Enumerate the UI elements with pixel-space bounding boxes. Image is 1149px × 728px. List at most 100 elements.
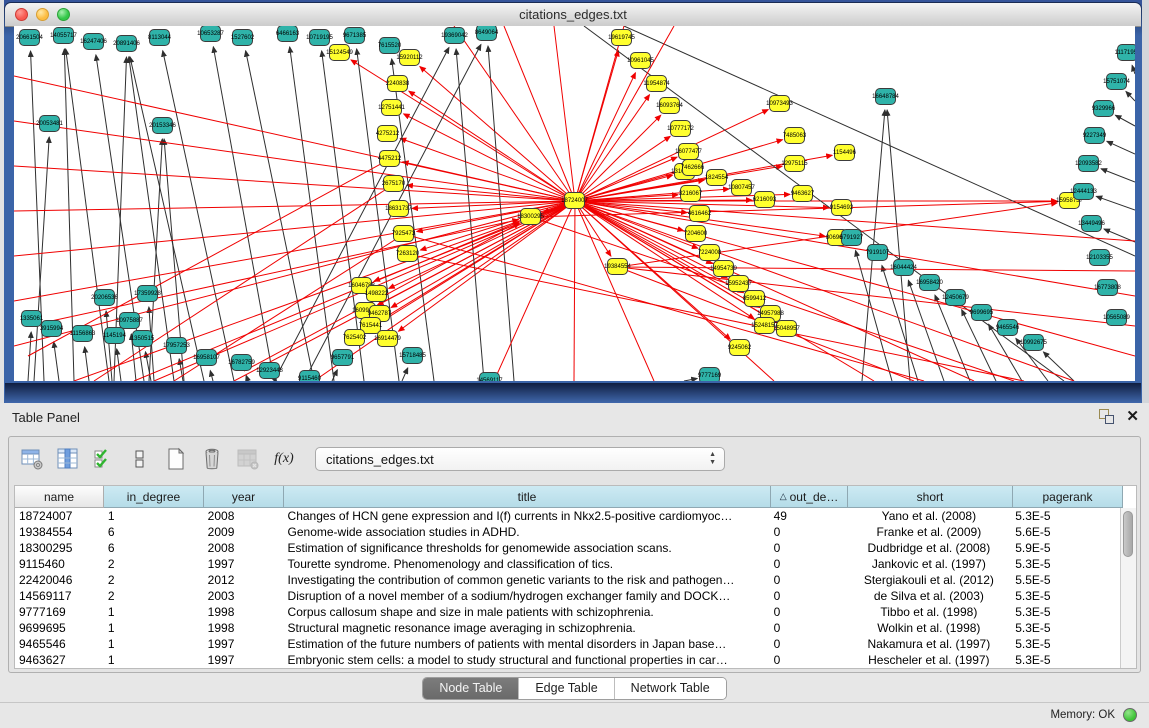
network-edge[interactable] xyxy=(134,222,519,381)
table-scrollbar-thumb[interactable] xyxy=(1123,511,1133,557)
network-node[interactable]: 20153346 xyxy=(152,117,173,134)
network-node[interactable]: 1350515 xyxy=(132,330,153,347)
network-node[interactable]: 12923448 xyxy=(259,362,280,379)
network-node[interactable]: 15920112 xyxy=(399,49,420,66)
network-node[interactable]: 6216093 xyxy=(754,191,775,208)
network-node[interactable]: 12093582 xyxy=(1078,155,1099,172)
network-node[interactable]: 16093764 xyxy=(659,97,680,114)
network-node[interactable]: 7462666 xyxy=(682,159,703,176)
network-edge[interactable] xyxy=(1101,169,1135,182)
table-row[interactable]: 977716911998Corpus callosum shape and si… xyxy=(15,604,1121,620)
network-edge[interactable] xyxy=(1107,141,1135,154)
network-node[interactable]: 17359928 xyxy=(137,285,158,302)
network-node[interactable]: 9465546 xyxy=(997,319,1018,336)
tab-edge-table[interactable]: Edge Table xyxy=(519,678,614,699)
network-node[interactable]: 14055717 xyxy=(53,27,74,44)
network-node[interactable]: 11171957 xyxy=(1117,44,1135,61)
memory-status-indicator[interactable] xyxy=(1123,708,1137,722)
network-node[interactable]: 9463627 xyxy=(792,185,813,202)
network-node[interactable]: 20891406 xyxy=(116,35,137,52)
network-node[interactable]: 16077477 xyxy=(678,143,699,160)
network-node[interactable]: 18724007 xyxy=(564,192,585,209)
network-node[interactable]: 9227349 xyxy=(1084,127,1105,144)
network-edge[interactable] xyxy=(14,201,575,346)
network-edge[interactable] xyxy=(887,110,910,381)
delete-table-button[interactable] xyxy=(199,446,225,472)
tab-network-table[interactable]: Network Table xyxy=(615,678,726,699)
table-row[interactable]: 946554611997Estimation of the future num… xyxy=(15,636,1121,652)
network-node[interactable]: 1154496 xyxy=(834,144,855,161)
network-node[interactable]: 8113044 xyxy=(149,29,170,46)
network-edge[interactable] xyxy=(409,91,575,201)
column-header-short[interactable]: short xyxy=(848,486,1013,508)
network-node[interactable]: 12751441 xyxy=(381,99,402,116)
network-node[interactable]: 7263120 xyxy=(397,245,418,262)
import-table-button[interactable] xyxy=(235,446,261,472)
network-node[interactable]: 1824554 xyxy=(706,169,727,186)
network-edge[interactable] xyxy=(14,121,575,201)
network-node[interactable]: 16958107 xyxy=(196,349,217,366)
network-node[interactable]: 12103355 xyxy=(1089,249,1110,266)
network-node[interactable]: 15048957 xyxy=(776,320,797,337)
network-edge[interactable] xyxy=(575,26,674,201)
network-edge[interactable] xyxy=(856,251,892,381)
network-edge[interactable] xyxy=(575,201,1135,356)
network-node[interactable]: 16958420 xyxy=(919,274,940,291)
network-node[interactable]: 6466163 xyxy=(277,26,298,42)
network-node[interactable]: 3915994 xyxy=(41,320,62,337)
function-builder-button[interactable]: f(x) xyxy=(271,446,297,472)
network-node[interactable]: 18300295 xyxy=(520,208,541,225)
network-edge[interactable] xyxy=(407,185,575,201)
network-node[interactable]: 7485063 xyxy=(784,127,805,144)
network-node[interactable]: 2675170 xyxy=(383,175,404,192)
network-node[interactable]: 2240838 xyxy=(387,75,408,92)
network-node[interactable]: 9777169 xyxy=(699,367,720,381)
network-node[interactable]: 10777172 xyxy=(670,120,691,137)
network-node[interactable]: 9245062 xyxy=(729,339,750,356)
network-edge[interactable] xyxy=(575,201,974,381)
network-node[interactable]: 1498222 xyxy=(366,285,387,302)
network-node[interactable]: 10992675 xyxy=(1023,334,1044,351)
network-node[interactable]: 19369042 xyxy=(444,27,465,44)
table-row[interactable]: 2242004622012Investigating the contribut… xyxy=(15,572,1121,588)
network-node[interactable]: 12444133 xyxy=(1073,183,1094,200)
table-row[interactable]: 1938455462009Genome-wide association stu… xyxy=(15,524,1121,540)
network-edge[interactable] xyxy=(14,76,575,201)
network-edge[interactable] xyxy=(34,137,49,381)
network-node[interactable]: 10961045 xyxy=(630,52,651,69)
network-node[interactable]: 17957253 xyxy=(166,337,187,354)
network-edge[interactable] xyxy=(389,201,575,288)
network-node[interactable]: 7204600 xyxy=(685,225,706,242)
table-selector-dropdown[interactable]: citations_edges.txt ▲▼ xyxy=(315,447,725,471)
network-node[interactable]: 16044424 xyxy=(893,259,914,276)
network-edge[interactable] xyxy=(1115,115,1135,126)
network-edge[interactable] xyxy=(1132,65,1135,74)
table-row[interactable]: 1456911722003Disruption of a novel membe… xyxy=(15,588,1121,604)
select-columns-button[interactable] xyxy=(91,446,117,472)
column-header-pagerank[interactable]: pagerank xyxy=(1013,486,1123,508)
network-node[interactable]: 9671385 xyxy=(344,27,365,44)
network-node[interactable]: 15718485 xyxy=(402,347,423,364)
network-node[interactable]: 14569117 xyxy=(479,372,500,381)
network-edge[interactable] xyxy=(1126,91,1135,101)
network-node[interactable]: 6791927 xyxy=(841,229,862,246)
network-node[interactable]: 7925473 xyxy=(393,225,414,242)
network-node[interactable]: 10653287 xyxy=(200,26,221,42)
network-node[interactable]: 16247406 xyxy=(83,33,104,50)
network-node[interactable]: 4616462 xyxy=(689,205,710,222)
network-window-titlebar[interactable]: citations_edges.txt xyxy=(5,3,1141,27)
network-node[interactable]: 20053481 xyxy=(39,115,60,132)
show-column-button[interactable] xyxy=(55,446,81,472)
network-node[interactable]: 16648784 xyxy=(875,88,896,105)
network-node[interactable]: 1145194 xyxy=(104,327,125,344)
network-node[interactable]: 7615520 xyxy=(379,37,400,54)
table-scrollbar[interactable] xyxy=(1120,508,1136,668)
network-node[interactable]: 10973493 xyxy=(769,95,790,112)
network-node[interactable]: 9115460 xyxy=(299,370,320,381)
table-row[interactable]: 911546021997Tourette syndrome. Phenomeno… xyxy=(15,556,1121,572)
network-node[interactable]: 10719195 xyxy=(309,29,330,46)
column-header-name[interactable]: name xyxy=(15,486,104,508)
network-edge[interactable] xyxy=(28,332,31,381)
network-node[interactable]: 15952437 xyxy=(728,275,749,292)
create-table-button[interactable] xyxy=(163,446,189,472)
